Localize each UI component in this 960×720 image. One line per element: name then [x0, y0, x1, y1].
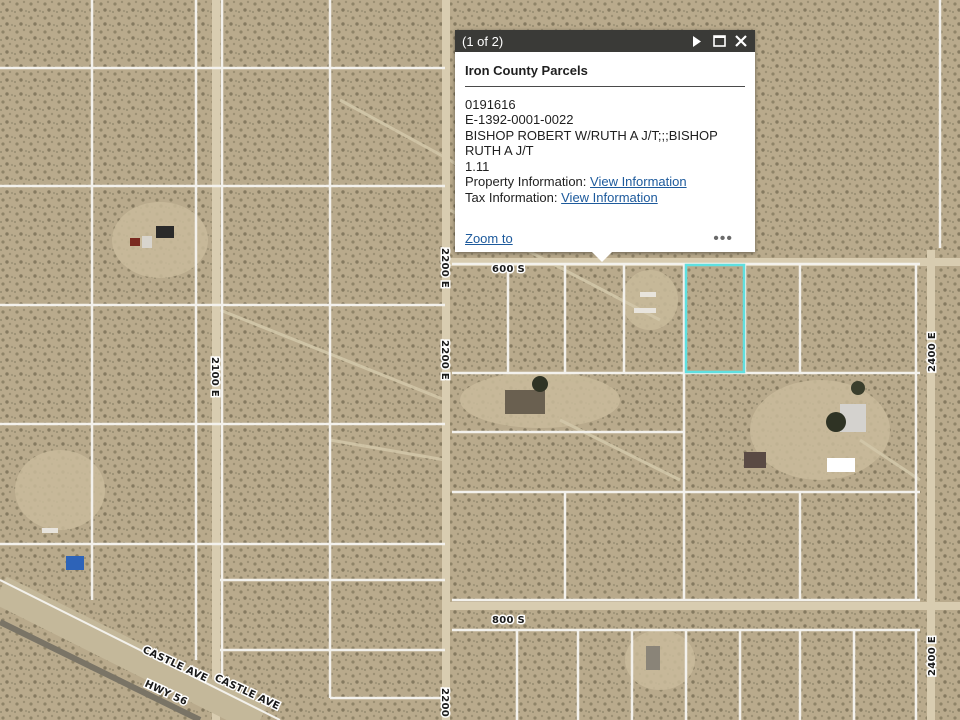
road-label-2400e-bot: 2400 E [927, 636, 938, 676]
feature-count: (1 of 2) [462, 33, 504, 49]
owner-line-1: BISHOP ROBERT W/RUTH A J/T;;;BISHOP [465, 127, 718, 143]
tax-info-label: Tax Information: [465, 189, 558, 205]
popup-body: Iron County Parcels 0191616 E-1392-0001-… [455, 52, 755, 205]
road-label-600s: 600 S [492, 264, 525, 275]
parcel-id: 0191616 [465, 96, 516, 112]
maximize-icon[interactable] [711, 33, 727, 49]
close-icon[interactable] [733, 33, 749, 49]
road-label-2400e-top: 2400 E [927, 332, 938, 372]
parcel-popup: (1 of 2) Iron County Parcels 0191616 E-1… [455, 30, 755, 262]
owner-line-2: RUTH A J/T [465, 143, 534, 158]
play-icon[interactable] [689, 33, 705, 49]
acreage: 1.11 [465, 158, 490, 174]
layer-title: Iron County Parcels [465, 63, 745, 87]
popup-header: (1 of 2) [455, 30, 755, 52]
property-info-row: Property Information: View Information [465, 174, 745, 190]
road-label-2200e-bot: 2200 E [439, 688, 450, 720]
property-info-link[interactable]: View Information [590, 174, 687, 189]
popup-footer: Zoom to ••• [455, 205, 755, 252]
road-label-2200e-mid: 2200 E [439, 340, 450, 380]
road-label-800s: 800 S [492, 615, 525, 626]
more-icon[interactable]: ••• [713, 230, 733, 246]
popup-pointer [592, 252, 612, 262]
account-number: E-1392-0001-0022 [465, 112, 574, 127]
road-label-2200e-top: 2200 E [439, 248, 450, 288]
zoom-to-link[interactable]: Zoom to [465, 231, 513, 246]
road-label-2100e: 2100 E [209, 357, 220, 397]
tax-info-row: Tax Information: View Information [465, 190, 745, 206]
tax-info-link[interactable]: View Information [561, 190, 658, 205]
property-info-label: Property Information: [465, 174, 587, 189]
